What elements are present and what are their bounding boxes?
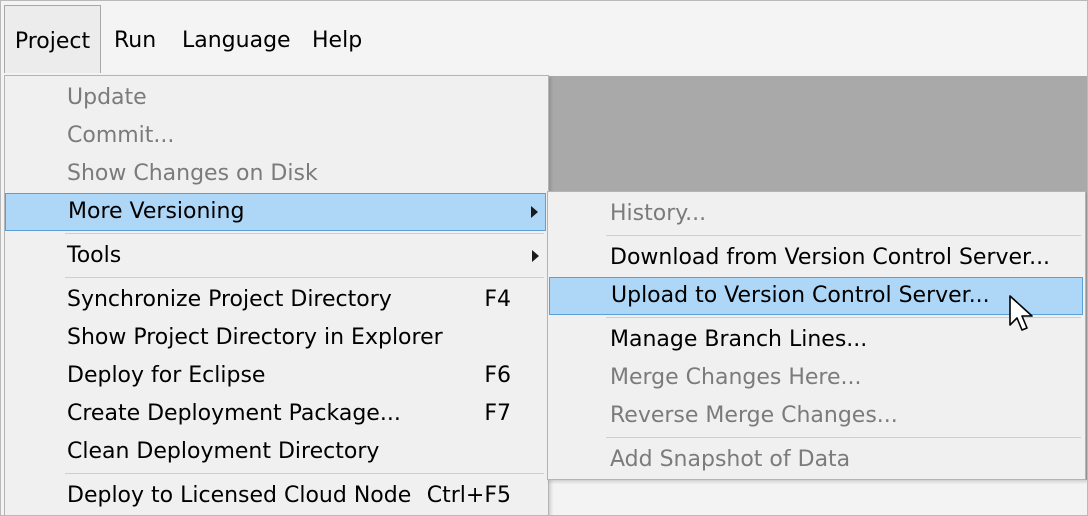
triangle-right-icon	[531, 206, 538, 218]
submenu-item-add-snapshot-of-data[interactable]: Add Snapshot of Data	[548, 442, 1085, 478]
menu-item-more-versioning[interactable]: More Versioning	[5, 193, 546, 231]
menu-item-label: Commit...	[67, 123, 175, 148]
menu-item-deploy-to-licensed-cloud-node[interactable]: Deploy to Licensed Cloud Node Ctrl+F5	[5, 478, 548, 514]
project-menu: Update Commit... Show Changes on Disk Mo…	[4, 75, 549, 515]
menu-item-label: Reverse Merge Changes...	[610, 403, 898, 428]
submenu-item-history[interactable]: History...	[548, 196, 1085, 232]
menu-item-label: Create Deployment Package...	[67, 401, 401, 426]
menu-language[interactable]: Language	[182, 5, 291, 73]
menu-item-label: Tools	[67, 243, 122, 268]
menu-item-label: Synchronize Project Directory	[67, 287, 392, 312]
menu-item-label: Deploy to Licensed Cloud Node	[67, 483, 412, 508]
menu-bar: Project Run Language Help	[1, 1, 1087, 75]
menu-item-label: Show Changes on Disk	[67, 161, 318, 186]
menu-separator	[606, 235, 1081, 236]
menu-item-label: History...	[610, 201, 707, 226]
menu-item-label: Add Snapshot of Data	[610, 447, 851, 472]
menu-item-label: Upload to Version Control Server...	[611, 283, 990, 308]
menu-item-label: Show Project Directory in Explorer	[67, 325, 443, 350]
menu-item-label: Download from Version Control Server...	[610, 245, 1051, 270]
menu-item-clean-deployment-directory[interactable]: Clean Deployment Directory	[5, 434, 548, 470]
menu-item-deploy-for-eclipse[interactable]: Deploy for Eclipse F6	[5, 358, 548, 394]
menu-help[interactable]: Help	[312, 5, 362, 73]
menu-item-label: Deploy for Eclipse	[67, 363, 266, 388]
menu-item-shortcut: F4	[484, 287, 511, 312]
menu-separator	[65, 473, 544, 474]
menu-run[interactable]: Run	[114, 5, 156, 73]
submenu-item-download-from-version-control-server[interactable]: Download from Version Control Server...	[548, 240, 1085, 276]
menu-separator	[65, 277, 544, 278]
mouse-cursor-icon	[1009, 295, 1033, 331]
application-window: Project Run Language Help Update Commit.…	[0, 0, 1088, 516]
menu-item-shortcut: F7	[484, 401, 511, 426]
menu-item-shortcut: Ctrl+F5	[426, 483, 511, 508]
menu-item-create-deployment-package[interactable]: Create Deployment Package... F7	[5, 396, 548, 432]
menu-item-label: Clean Deployment Directory	[67, 439, 380, 464]
submenu-item-merge-changes-here[interactable]: Merge Changes Here...	[548, 360, 1085, 396]
menu-item-shortcut: F6	[484, 363, 511, 388]
menu-item-label: Manage Branch Lines...	[610, 327, 868, 352]
submenu-item-upload-to-version-control-server[interactable]: Upload to Version Control Server...	[549, 277, 1083, 315]
menu-item-label: More Versioning	[68, 199, 245, 224]
menu-item-synchronize-project-directory[interactable]: Synchronize Project Directory F4	[5, 282, 548, 318]
submenu-item-manage-branch-lines[interactable]: Manage Branch Lines...	[548, 322, 1085, 358]
more-versioning-submenu: History... Download from Version Control…	[547, 191, 1086, 480]
menu-item-commit[interactable]: Commit...	[5, 118, 548, 154]
menu-item-tools[interactable]: Tools	[5, 238, 548, 274]
menu-item-label: Merge Changes Here...	[610, 365, 862, 390]
menu-item-show-changes-on-disk[interactable]: Show Changes on Disk	[5, 156, 548, 192]
menu-item-show-project-directory-in-explorer[interactable]: Show Project Directory in Explorer	[5, 320, 548, 356]
submenu-item-reverse-merge-changes[interactable]: Reverse Merge Changes...	[548, 398, 1085, 434]
menu-separator	[606, 437, 1081, 438]
menu-project[interactable]: Project	[4, 5, 101, 73]
triangle-right-icon	[532, 250, 539, 262]
menu-item-label: Update	[67, 85, 147, 110]
menu-separator	[65, 233, 544, 234]
menu-item-update[interactable]: Update	[5, 80, 548, 116]
